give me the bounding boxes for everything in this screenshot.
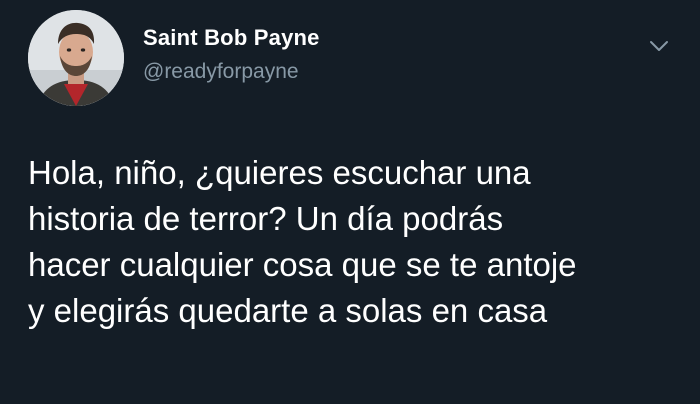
avatar[interactable] [28, 10, 124, 106]
tweet-text-line: y elegirás quedarte a solas en casa [28, 292, 548, 329]
author-handle[interactable]: @readyforpayne [143, 60, 299, 84]
author-display-name[interactable]: Saint Bob Payne [143, 25, 320, 51]
tweet-text-line: Hola, niño, ¿quieres escuchar una [28, 154, 531, 191]
tweet-card: Saint Bob Payne @readyforpayne Hola, niñ… [0, 0, 700, 404]
tweet-text-line: historia de terror? Un día podrás [28, 200, 504, 237]
chevron-down-icon[interactable] [647, 34, 671, 58]
tweet-text-line: hacer cualquier cosa que se te antoje [28, 246, 577, 283]
profile-photo-icon [28, 10, 124, 106]
tweet-text: Hola, niño, ¿quieres escuchar una histor… [28, 150, 688, 334]
